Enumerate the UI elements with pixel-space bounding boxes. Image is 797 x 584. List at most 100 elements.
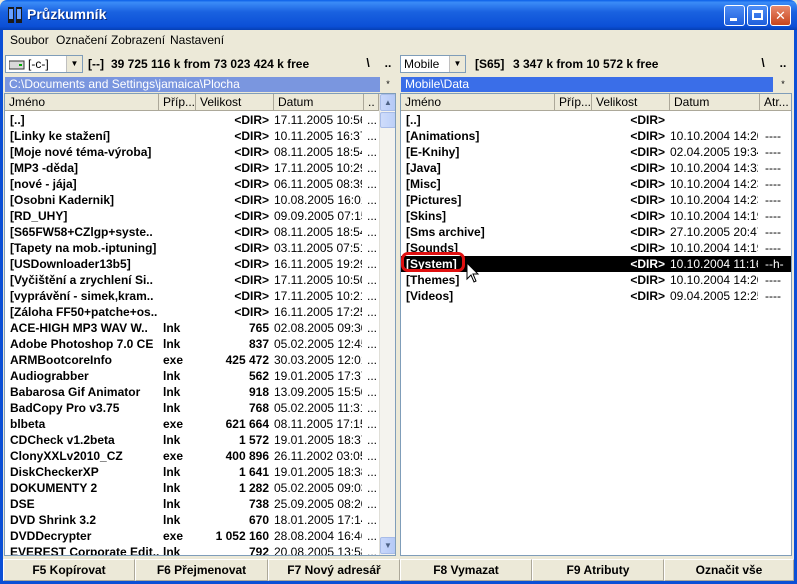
minimize-button[interactable]	[724, 5, 745, 26]
list-item[interactable]: DVD Shrink 3.2 lnk 670 18.01.2005 17:14...	[5, 512, 379, 528]
list-item[interactable]: [Moje nové téma-výroba] <DIR> 08.11.2005 1…	[5, 144, 379, 160]
cell-ext	[163, 192, 197, 208]
list-item[interactable]: [Tapety na mob.-iptuning] <DIR> 03.11.2005…	[5, 240, 379, 256]
list-item[interactable]: blbeta exe 621 664 08.11.2005 17:15...	[5, 416, 379, 432]
maximize-button[interactable]	[747, 5, 768, 26]
right-col-size[interactable]: Velikost	[592, 94, 670, 111]
f6-rename-button[interactable]: F6 Přejmenovat	[135, 559, 268, 581]
list-item[interactable]: DVDDecrypter exe 1 052 160 28.08.2004 16:46…	[5, 528, 379, 544]
list-item[interactable]: CDCheck v1.2beta lnk 1 572 19.01.2005 18:37…	[5, 432, 379, 448]
left-drive-select[interactable]: [-c-] ▼	[5, 55, 83, 73]
left-scroll-thumb[interactable]	[380, 112, 395, 128]
cell-date: 16.11.2005 19:29	[274, 257, 362, 271]
chevron-down-icon[interactable]: ▼	[66, 56, 82, 72]
cell-name: ARMBootcoreInfo	[10, 353, 112, 367]
chevron-down-icon[interactable]: ▼	[449, 56, 465, 72]
right-col-attr[interactable]: Atr...	[760, 94, 791, 111]
right-root-button[interactable]: \	[754, 55, 772, 73]
list-item[interactable]: Adobe Photoshop 7.0 CE lnk 837 05.02.2005 1…	[5, 336, 379, 352]
left-up-button[interactable]: ..	[379, 55, 397, 73]
left-file-panel[interactable]: Jméno Příp... Velikost Datum .. [..] <DIR…	[4, 93, 396, 556]
cell-date: 19.01.2005 17:37	[274, 369, 362, 383]
list-item[interactable]: [Osobni Kadernik] <DIR> 10.08.2005 16:01..…	[5, 192, 379, 208]
left-path-bar[interactable]: C:\Documents and Settings\jamaica\Plocha	[5, 77, 380, 92]
cell-name: [Misc]	[406, 177, 441, 191]
left-col-date[interactable]: Datum	[274, 94, 364, 111]
close-button[interactable]: ✕	[770, 5, 791, 26]
cell-size: <DIR>	[234, 257, 269, 271]
right-path-bar[interactable]: Mobile\Data	[401, 77, 773, 92]
list-item[interactable]: [Sms archive] <DIR> 27.10.2005 20:47 ----	[401, 224, 791, 240]
list-item[interactable]: [Java] <DIR> 10.10.2004 14:32 ----	[401, 160, 791, 176]
select-all-button[interactable]: Označit vše	[664, 559, 794, 581]
left-path-star-button[interactable]: *	[381, 77, 395, 92]
list-item[interactable]: [Themes] <DIR> 10.10.2004 14:20 ----	[401, 272, 791, 288]
list-item[interactable]: DSE lnk 738 25.09.2005 08:20...	[5, 496, 379, 512]
list-item[interactable]: [Videos] <DIR> 09.04.2005 12:25 ----	[401, 288, 791, 304]
list-item[interactable]: ARMBootcoreInfo exe 425 472 30.03.2005 12:0…	[5, 352, 379, 368]
list-item[interactable]: [RD_UHY] <DIR> 09.09.2005 07:15...	[5, 208, 379, 224]
cell-attr: ...	[367, 401, 378, 415]
menu-nastaveni[interactable]: Nastavení	[170, 33, 224, 47]
left-col-ext[interactable]: Příp...	[159, 94, 196, 111]
right-up-button[interactable]: ..	[774, 55, 792, 73]
list-item[interactable]: [USDownloader13b5] <DIR> 16.11.2005 19:29.…	[5, 256, 379, 272]
scroll-up-icon[interactable]: ▲	[380, 94, 395, 111]
list-item[interactable]: [Pictures] <DIR> 10.10.2004 14:23 ----	[401, 192, 791, 208]
cell-size: <DIR>	[630, 209, 665, 223]
list-item[interactable]: [Misc] <DIR> 10.10.2004 14:23 ----	[401, 176, 791, 192]
cell-name: [Osobni Kadernik]	[10, 193, 115, 207]
left-scrollbar[interactable]: ▲ ▼	[379, 94, 395, 555]
list-item[interactable]: [..] <DIR> 17.11.2005 10:56...	[5, 112, 379, 128]
right-file-panel[interactable]: Jméno Příp... Velikost Datum Atr... [..]…	[400, 93, 792, 556]
left-root-button[interactable]: \	[359, 55, 377, 73]
title-bar[interactable]: Průzkumník ✕	[0, 0, 797, 30]
cell-ext	[163, 256, 197, 272]
list-item[interactable]: ACE-HIGH MP3 WAV W.. lnk 765 02.08.2005 09:…	[5, 320, 379, 336]
list-item[interactable]: [E-Knihy] <DIR> 02.04.2005 19:34 ----	[401, 144, 791, 160]
list-item[interactable]: DOKUMENTY 2 lnk 1 282 05.02.2005 09:03...	[5, 480, 379, 496]
list-item[interactable]: [..] <DIR>	[401, 112, 791, 128]
list-item[interactable]: [MP3 -děda] <DIR> 17.11.2005 10:29...	[5, 160, 379, 176]
left-col-name[interactable]: Jméno	[5, 94, 159, 111]
list-item[interactable]: [Záloha FF50+patche+os.. <DIR> 16.11.2005 …	[5, 304, 379, 320]
cell-size: 837	[248, 337, 269, 351]
cell-attr: ...	[367, 177, 378, 191]
menu-oznaceni[interactable]: Označení	[56, 33, 107, 47]
menu-soubor[interactable]: Soubor	[10, 33, 49, 47]
f9-attributes-button[interactable]: F9 Atributy	[532, 559, 664, 581]
cell-date: 30.03.2005 12:01	[274, 353, 362, 367]
cell-date: 19.01.2005 18:37	[274, 433, 362, 447]
list-item[interactable]: [Vyčištění a zrychlení Si.. <DIR> 17.11.20…	[5, 272, 379, 288]
cell-name: [..]	[406, 113, 421, 127]
right-col-ext[interactable]: Příp...	[555, 94, 592, 111]
list-item[interactable]: [Skins] <DIR> 10.10.2004 14:19 ----	[401, 208, 791, 224]
left-col-size[interactable]: Velikost	[196, 94, 274, 111]
right-col-name[interactable]: Jméno	[401, 94, 555, 111]
list-item[interactable]: [S65FW58+CZlgp+syste.. <DIR> 08.11.2005 18…	[5, 224, 379, 240]
list-item[interactable]: BadCopy Pro v3.75 lnk 768 05.02.2005 11:31.…	[5, 400, 379, 416]
list-item[interactable]: [Animations] <DIR> 10.10.2004 14:20 ----	[401, 128, 791, 144]
selection-highlight-ring	[401, 252, 465, 272]
right-drive-select[interactable]: Mobile ▼	[400, 55, 466, 73]
cell-ext	[559, 144, 593, 160]
list-item[interactable]: Babarosa Gif Animator lnk 918 13.09.2005 15…	[5, 384, 379, 400]
list-item[interactable]: Audiograbber lnk 562 19.01.2005 17:37...	[5, 368, 379, 384]
cell-attr: ...	[367, 433, 378, 447]
scroll-down-icon[interactable]: ▼	[380, 537, 395, 554]
right-col-date[interactable]: Datum	[670, 94, 760, 111]
f5-copy-button[interactable]: F5 Kopírovat	[3, 559, 135, 581]
f7-new-folder-button[interactable]: F7 Nový adresář	[268, 559, 400, 581]
menu-zobrazeni[interactable]: Zobrazení	[111, 33, 165, 47]
cell-date: 05.02.2005 12:45	[274, 337, 362, 351]
f8-delete-button[interactable]: F8 Vymazat	[400, 559, 532, 581]
list-item[interactable]: [nové - jája] <DIR> 06.11.2005 08:39...	[5, 176, 379, 192]
list-item[interactable]: ClonyXXLv2010_CZ exe 400 896 26.11.2002 03:…	[5, 448, 379, 464]
list-item[interactable]: [vyprávění - simek,kram.. <DIR> 17.11.2005…	[5, 288, 379, 304]
right-path-star-button[interactable]: *	[776, 77, 790, 92]
left-col-extra[interactable]: ..	[364, 94, 379, 111]
cell-ext: exe	[163, 529, 184, 543]
list-item[interactable]: EVEREST Corporate Edit.. lnk 792 20.08.2005…	[5, 544, 379, 555]
list-item[interactable]: DiskCheckerXP lnk 1 641 19.01.2005 18:38...	[5, 464, 379, 480]
list-item[interactable]: [Linky ke stažení] <DIR> 10.11.2005 16:37.…	[5, 128, 379, 144]
